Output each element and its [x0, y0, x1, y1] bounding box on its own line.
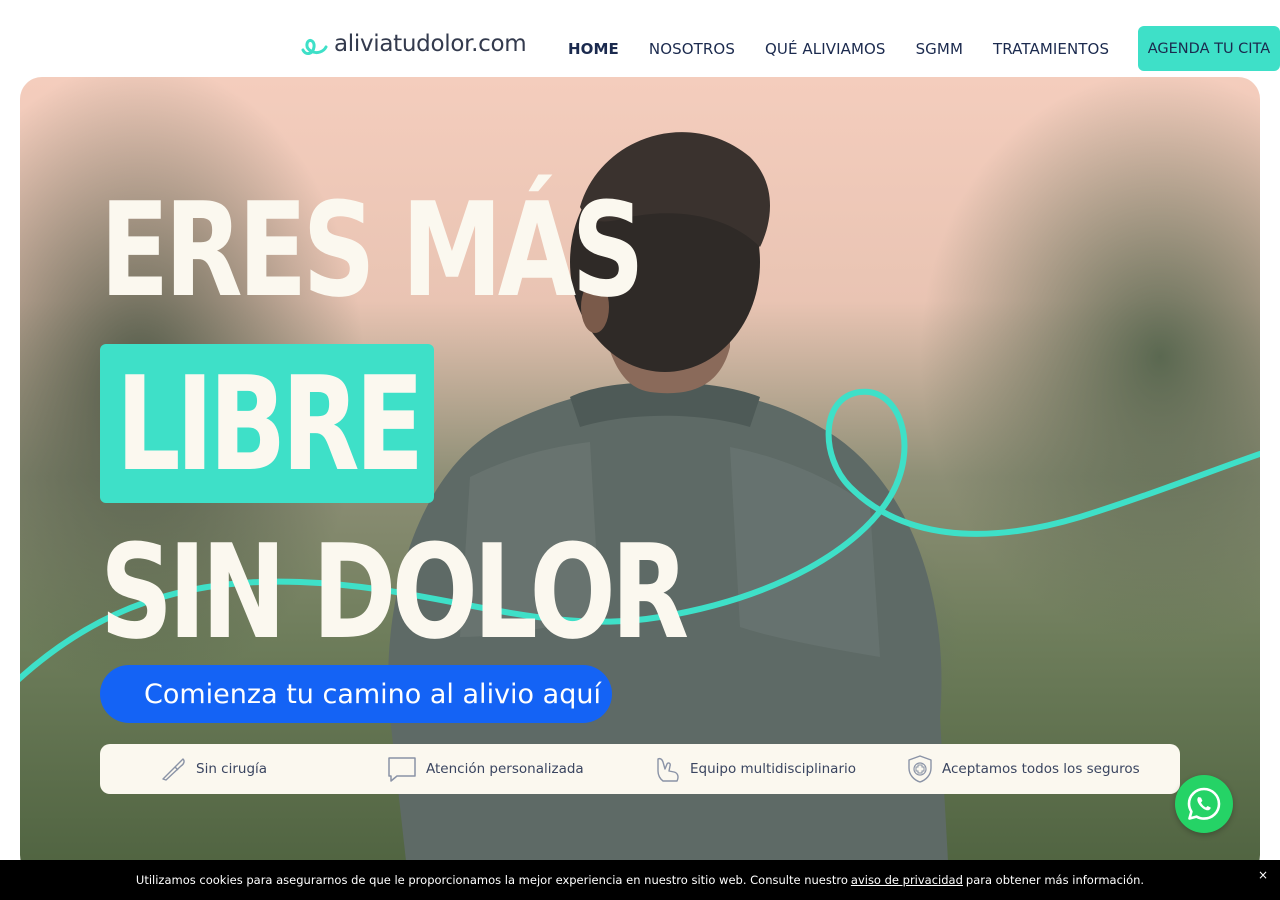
comienza-button[interactable]: Comienza tu camino al alivio aquí — [100, 665, 612, 723]
nav-home[interactable]: HOME — [553, 40, 634, 58]
feature-label: Sin cirugía — [196, 761, 268, 777]
feature-item: Atención personalizada — [386, 744, 584, 794]
feature-item: Equipo multidisciplinario — [654, 744, 856, 794]
features-bar: Sin cirugía Atención personalizada Equip… — [100, 744, 1180, 794]
close-icon[interactable]: × — [1258, 868, 1268, 882]
feature-label: Equipo multidisciplinario — [690, 761, 857, 777]
cookie-text: Utilizamos cookies para asegurarnos de q… — [135, 873, 848, 887]
privacy-link[interactable]: aviso de privacidad — [851, 873, 963, 887]
headline-line-2: LIBRE — [116, 348, 424, 500]
nav-sgmm[interactable]: SGMM — [901, 40, 978, 58]
headline-line-3: SIN DOLOR — [100, 516, 689, 668]
whatsapp-icon — [1187, 787, 1221, 820]
logo-text: aliviatudolor.com — [334, 31, 527, 57]
chat-bubble-icon — [388, 757, 416, 782]
shield-cross-icon — [908, 755, 932, 783]
nav-tratamientos[interactable]: TRATAMIENTOS — [978, 40, 1124, 58]
cookie-text-end: para obtener más información. — [965, 873, 1145, 887]
feature-label: Atención personalizada — [426, 761, 584, 777]
logo-icon — [301, 38, 328, 56]
agenda-cita-button[interactable]: AGENDA TU CITA — [1138, 26, 1280, 71]
hero-section: ERES MÁS LIBRE SIN DOLOR Comienza tu cam… — [20, 77, 1260, 877]
hand-icon — [657, 757, 679, 782]
feature-item: Aceptamos todos los seguros — [906, 744, 1140, 794]
scalpel-icon — [162, 758, 185, 781]
feature-label: Aceptamos todos los seguros — [942, 761, 1140, 777]
site-logo[interactable]: aliviatudolor.com — [300, 30, 527, 58]
nav-que-aliviamos[interactable]: QUÉ ALIVIAMOS — [750, 40, 901, 58]
headline-line-1: ERES MÁS — [100, 174, 645, 326]
site-header: aliviatudolor.com HOME NOSOTROS QUÉ ALIV… — [0, 0, 1280, 78]
cookie-banner: Utilizamos cookies para asegurarnos de q… — [0, 860, 1280, 900]
whatsapp-button[interactable] — [1175, 775, 1233, 833]
main-nav: HOME NOSOTROS QUÉ ALIVIAMOS SGMM TRATAMI… — [553, 26, 1124, 71]
feature-item: Sin cirugía — [160, 744, 267, 794]
nav-nosotros[interactable]: NOSOTROS — [634, 40, 750, 58]
